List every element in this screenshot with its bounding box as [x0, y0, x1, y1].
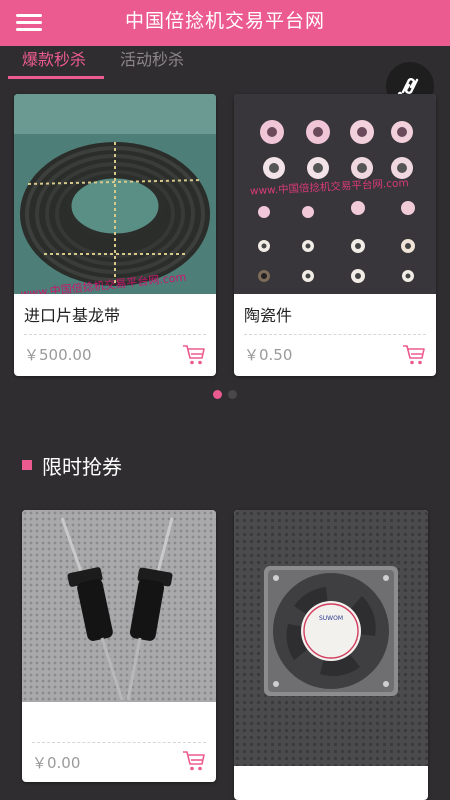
- product-card-belt[interactable]: www.中国倍捻机交易平台网.com 进口片基龙带 ￥500.00: [14, 94, 216, 376]
- shopping-cart-icon[interactable]: [182, 344, 206, 366]
- ceramic-parts-photo: www.中国倍捻机交易平台网.com: [234, 94, 436, 294]
- product-price: ￥0.50: [244, 346, 293, 364]
- shopping-cart-icon[interactable]: [402, 344, 426, 366]
- active-tab-indicator: [8, 76, 104, 79]
- belt-reel-photo: www.中国倍捻机交易平台网.com: [14, 94, 216, 294]
- shopping-cart-icon[interactable]: [182, 750, 206, 772]
- tab-event-flash-sale[interactable]: 活动秒杀: [120, 46, 184, 70]
- sale-tabs: 爆款秒杀 活动秒杀: [0, 46, 450, 80]
- carousel-dot[interactable]: [228, 390, 237, 399]
- card-divider: [244, 334, 426, 335]
- section-title: 限时抢券: [42, 455, 122, 479]
- app-header: 中国倍捻机交易平台网: [0, 0, 450, 46]
- app-title: 中国倍捻机交易平台网: [124, 10, 325, 32]
- product-card-fan[interactable]: SUWOM: [234, 510, 428, 800]
- cooling-fan-photo: SUWOM: [234, 510, 428, 766]
- fan-brand-label: SUWOM: [319, 615, 343, 622]
- tab-hot-flash-sale[interactable]: 爆款秒杀: [22, 46, 86, 70]
- product-price: ￥500.00: [24, 346, 92, 364]
- product-price: ￥0.00: [32, 754, 81, 772]
- card-divider: [32, 742, 206, 743]
- carousel-pagination: [0, 390, 450, 400]
- section-marker: [22, 460, 32, 470]
- card-divider: [24, 334, 206, 335]
- carousel-dot-active[interactable]: [213, 390, 222, 399]
- spindle-parts-photo: [22, 510, 216, 702]
- product-name: 进口片基龙带: [24, 306, 121, 325]
- product-card-ceramic[interactable]: www.中国倍捻机交易平台网.com 陶瓷件 ￥0.50: [234, 94, 436, 376]
- product-card-spindle[interactable]: ￥0.00: [22, 510, 216, 782]
- product-name: 陶瓷件: [244, 306, 293, 325]
